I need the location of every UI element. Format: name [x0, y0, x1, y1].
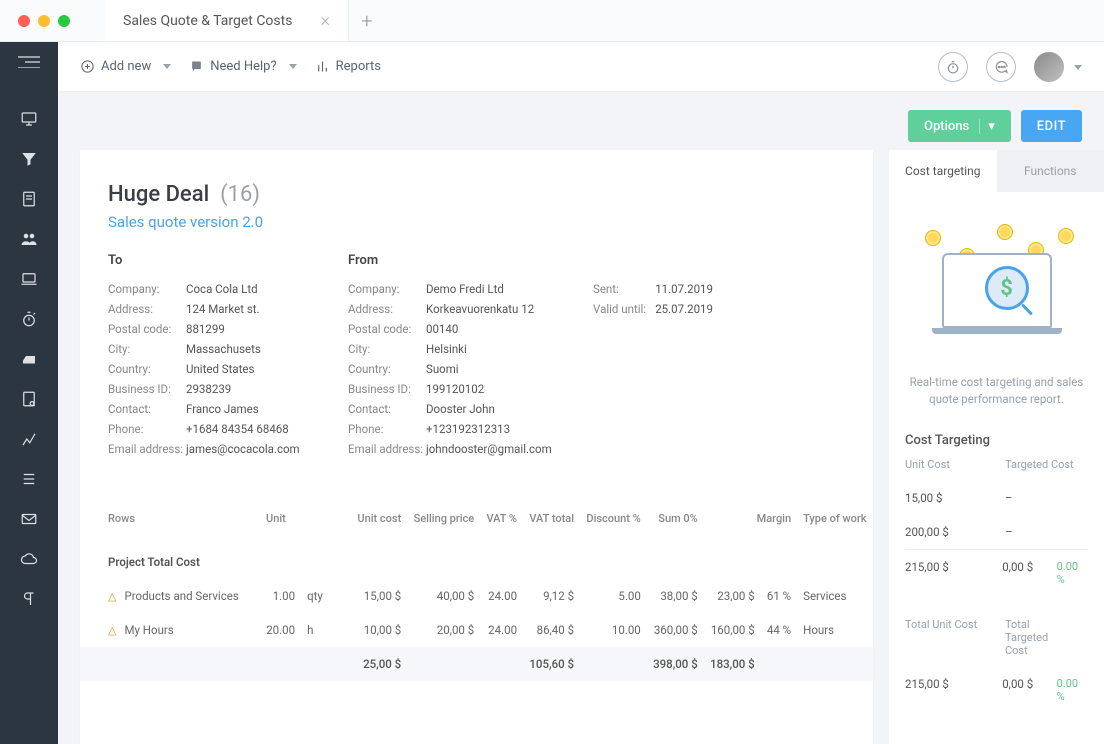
edit-label: EDIT [1037, 119, 1066, 134]
paragraph-icon[interactable] [20, 590, 38, 608]
chevron-down-icon [1068, 60, 1082, 74]
need-help-label: Need Help? [210, 59, 276, 74]
add-new-button[interactable]: Add new [80, 59, 171, 74]
to-contact: Franco James [186, 402, 259, 416]
action-bar: Options ▾ EDIT [58, 92, 1104, 142]
maximize-window-icon[interactable] [58, 15, 70, 27]
funnel-icon[interactable] [20, 150, 38, 168]
to-country: United States [186, 362, 254, 376]
to-postal: 881299 [186, 322, 225, 336]
from-phone: +123192312313 [426, 422, 510, 436]
date-valid: 25.07.2019 [655, 302, 713, 316]
options-label: Options [924, 119, 969, 134]
date-sent: 11.07.2019 [655, 282, 713, 296]
sidebar [0, 42, 58, 744]
table-row[interactable]: My Hours 20.00 h 10,00 $ 20,00 $ 24.00 8… [80, 613, 873, 647]
mail-icon[interactable] [20, 510, 38, 528]
timer-icon[interactable] [938, 52, 968, 82]
tab-functions[interactable]: Functions [997, 150, 1104, 192]
list-icon[interactable] [20, 470, 38, 488]
tab-title: Sales Quote & Target Costs [123, 13, 292, 29]
from-heading: From [348, 253, 593, 268]
table-row[interactable]: Products and Services 1.00 qty 15,00 $ 4… [80, 579, 873, 613]
stopwatch-icon[interactable] [20, 310, 38, 328]
from-email: johndooster@gmail.com [426, 442, 552, 456]
cloud-icon[interactable] [20, 550, 38, 568]
top-toolbar: Add new Need Help? Reports [58, 42, 1104, 92]
section-title: Project Total Cost [80, 535, 873, 579]
targeting-total: 215,00 $ 0,00 $ 0.00 % [905, 667, 1088, 713]
targeting-line: 15,00 $ – [905, 481, 1088, 515]
to-company: Coca Cola Ltd [186, 282, 258, 296]
quote-card: Huge Deal (16) Sales quote version 2.0 T… [80, 150, 873, 744]
right-panel: Cost targeting Functions $ [889, 150, 1104, 744]
chevron-down-icon [157, 59, 171, 74]
new-tab-button[interactable]: + [349, 9, 385, 33]
targeting-subtotal: 215,00 $ 0,00 $ 0.00 % [905, 549, 1088, 596]
window-titlebar: Sales Quote & Target Costs × + [0, 0, 1104, 42]
dates-section: Sent:11.07.2019 Valid until:25.07.2019 [593, 253, 713, 462]
chevron-down-icon: ▾ [979, 119, 995, 134]
from-country: Suomi [426, 362, 459, 376]
hamburger-icon[interactable] [18, 56, 40, 68]
to-phone: +1684 84354 68468 [186, 422, 289, 436]
from-postal: 00140 [426, 322, 458, 336]
chat-icon[interactable] [986, 52, 1016, 82]
user-menu[interactable] [1034, 52, 1082, 82]
edit-button[interactable]: EDIT [1021, 110, 1082, 142]
reports-button[interactable]: Reports [315, 59, 381, 74]
hand-icon[interactable] [20, 350, 38, 368]
to-city: Massachusets [186, 342, 261, 356]
from-company: Demo Fredi Ltd [426, 282, 504, 296]
deal-title: Huge Deal (16) [108, 182, 845, 207]
avatar [1034, 52, 1064, 82]
traffic-lights [18, 15, 70, 27]
need-help-button[interactable]: Need Help? [189, 59, 296, 74]
chart-icon[interactable] [20, 430, 38, 448]
add-new-label: Add new [101, 59, 151, 74]
totals-row: 25,00 $ 105,60 $ 398,00 $ 183,00 $ [80, 647, 873, 681]
tab-cost-targeting[interactable]: Cost targeting [889, 150, 997, 192]
from-section: From Company:Demo Fredi Ltd Address:Kork… [348, 253, 593, 462]
from-address: Korkeavuorenkatu 12 [426, 302, 534, 316]
presentation-icon[interactable] [20, 110, 38, 128]
close-window-icon[interactable] [18, 15, 30, 27]
to-business-id: 2938239 [186, 382, 231, 396]
document-icon[interactable] [20, 190, 38, 208]
from-contact: Dooster John [426, 402, 495, 416]
panel-caption: Real-time cost targeting and sales quote… [905, 374, 1088, 409]
targeting-line: 200,00 $ – [905, 515, 1088, 549]
to-address: 124 Market st. [186, 302, 260, 316]
laptop-icon[interactable] [20, 270, 38, 288]
to-email: james@cocacola.com [186, 442, 300, 456]
invoice-icon[interactable] [20, 390, 38, 408]
users-icon[interactable] [20, 230, 38, 248]
minimize-window-icon[interactable] [38, 15, 50, 27]
reports-label: Reports [336, 59, 381, 74]
rows-table: Rows Unit Unit cost Selling price VAT % … [80, 502, 873, 681]
to-section: To Company:Coca Cola Ltd Address:124 Mar… [108, 253, 348, 462]
panel-heading: Cost Targeting [905, 433, 1088, 448]
chevron-down-icon [283, 59, 297, 74]
deal-count: (16) [220, 182, 260, 207]
to-heading: To [108, 253, 348, 268]
tab-sales-quote[interactable]: Sales Quote & Target Costs × [105, 0, 349, 41]
close-tab-icon[interactable]: × [320, 10, 329, 31]
from-business-id: 199120102 [426, 382, 484, 396]
targeting-illustration: $ [905, 220, 1088, 360]
from-city: Helsinki [426, 342, 467, 356]
options-button[interactable]: Options ▾ [908, 110, 1011, 142]
quote-subtitle: Sales quote version 2.0 [108, 213, 845, 231]
